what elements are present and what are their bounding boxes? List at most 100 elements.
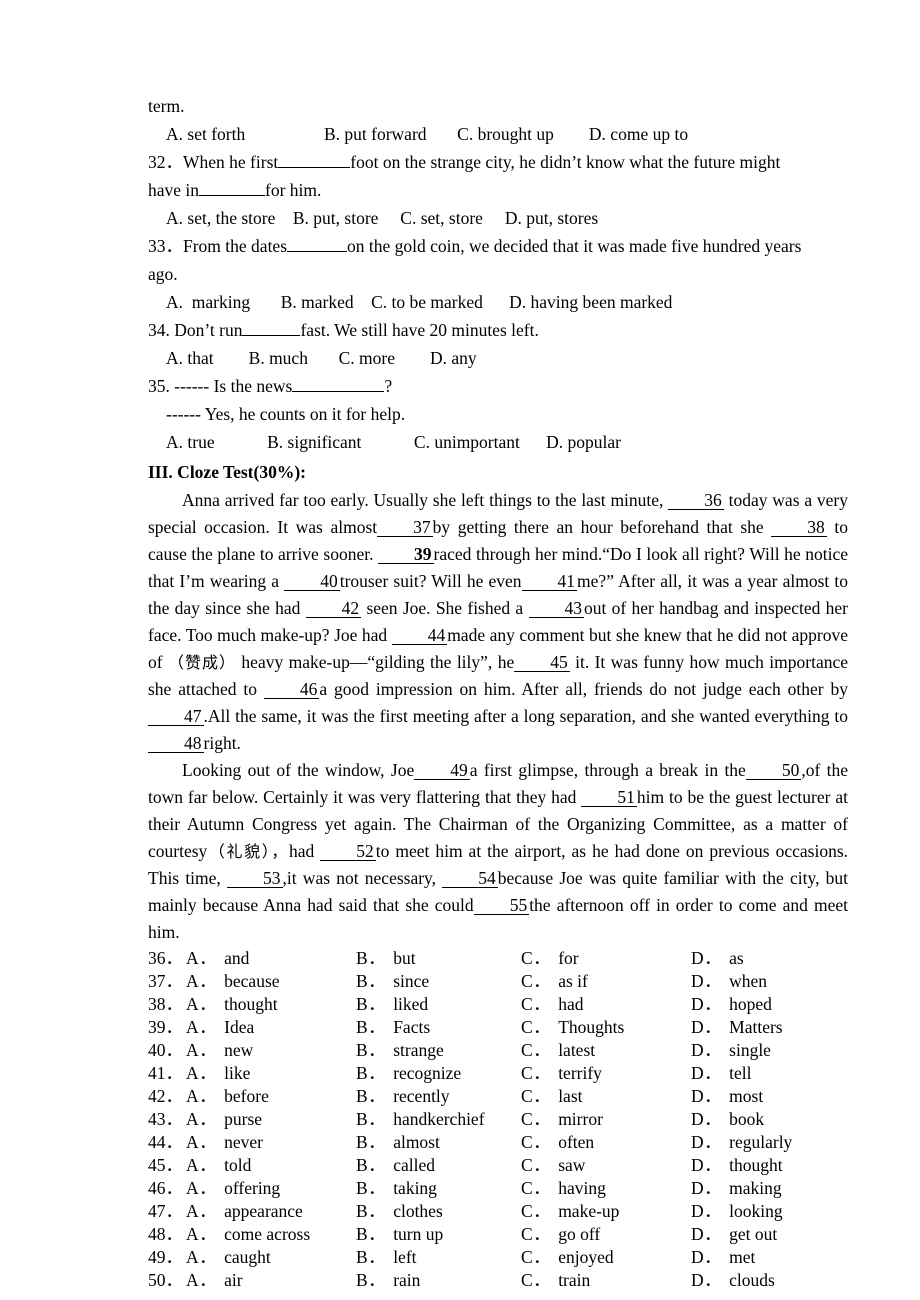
- answer-option-c[interactable]: C． Thoughts: [521, 1016, 624, 1039]
- answer-option-d[interactable]: D． single: [691, 1039, 771, 1062]
- answer-option-c[interactable]: C． had: [521, 993, 583, 1016]
- answer-option-c[interactable]: C． having: [521, 1177, 606, 1200]
- cloze-blank-36[interactable]: 36: [668, 491, 724, 511]
- cloze-blank-44[interactable]: 44: [391, 626, 448, 646]
- answer-option-b[interactable]: B． Facts: [356, 1016, 430, 1039]
- answer-option-b[interactable]: B． turn up: [356, 1223, 443, 1246]
- option-a[interactable]: A. set forth: [166, 124, 245, 144]
- answer-option-a[interactable]: A． new: [186, 1039, 253, 1062]
- answer-blank[interactable]: [242, 317, 301, 336]
- answer-option-a[interactable]: A． appearance: [186, 1200, 303, 1223]
- answer-option-a[interactable]: A． Idea: [186, 1016, 254, 1039]
- answer-option-d[interactable]: D． tell: [691, 1062, 752, 1085]
- answer-blank[interactable]: [199, 177, 266, 196]
- answer-option-d[interactable]: D． regularly: [691, 1131, 792, 1154]
- answer-option-a[interactable]: A． offering: [186, 1177, 280, 1200]
- answer-option-d[interactable]: D． book: [691, 1108, 764, 1131]
- answer-option-a[interactable]: A． air: [186, 1269, 243, 1292]
- answer-option-d[interactable]: D． Matters: [691, 1016, 783, 1039]
- option-a[interactable]: A. that: [166, 348, 214, 368]
- answer-option-d[interactable]: D． as: [691, 947, 744, 970]
- option-b[interactable]: B. significant: [267, 432, 361, 452]
- cloze-blank-49[interactable]: 49: [414, 761, 470, 781]
- answer-option-d[interactable]: D． looking: [691, 1200, 783, 1223]
- option-d[interactable]: D. put, stores: [505, 208, 598, 228]
- answer-option-c[interactable]: C． make-up: [521, 1200, 619, 1223]
- answer-option-b[interactable]: B． handkerchief: [356, 1108, 485, 1131]
- option-d[interactable]: D. come up to: [589, 124, 688, 144]
- option-b[interactable]: B. marked: [281, 292, 354, 312]
- option-c[interactable]: C. brought up: [457, 124, 554, 144]
- cloze-blank-43[interactable]: 43: [528, 599, 584, 619]
- answer-option-b[interactable]: B． rain: [356, 1269, 420, 1292]
- cloze-blank-47[interactable]: 47: [148, 707, 204, 727]
- answer-option-b[interactable]: B． left: [356, 1246, 417, 1269]
- answer-option-c[interactable]: C． last: [521, 1085, 583, 1108]
- answer-option-a[interactable]: A． thought: [186, 993, 278, 1016]
- cloze-blank-53[interactable]: 53: [227, 869, 283, 889]
- answer-option-d[interactable]: D． making: [691, 1177, 782, 1200]
- answer-option-d[interactable]: D． met: [691, 1246, 755, 1269]
- option-c[interactable]: C. more: [339, 348, 395, 368]
- answer-option-c[interactable]: C． for: [521, 947, 579, 970]
- answer-option-d[interactable]: D． hoped: [691, 993, 772, 1016]
- cloze-blank-55[interactable]: 55: [473, 896, 530, 916]
- cloze-blank-41[interactable]: 41: [521, 572, 578, 592]
- answer-option-c[interactable]: C． often: [521, 1131, 594, 1154]
- cloze-blank-42[interactable]: 42: [305, 599, 362, 619]
- option-b[interactable]: B. put, store: [293, 208, 379, 228]
- answer-option-b[interactable]: B． but: [356, 947, 416, 970]
- cloze-blank-51[interactable]: 51: [581, 788, 637, 808]
- answer-option-a[interactable]: A． caught: [186, 1246, 271, 1269]
- cloze-blank-45[interactable]: 45: [514, 653, 570, 673]
- cloze-blank-50[interactable]: 50: [745, 761, 802, 781]
- answer-blank[interactable]: [278, 149, 351, 168]
- answer-blank[interactable]: [292, 373, 385, 392]
- answer-option-d[interactable]: D． thought: [691, 1154, 783, 1177]
- cloze-blank-52[interactable]: 52: [320, 842, 376, 862]
- answer-option-c[interactable]: C． enjoyed: [521, 1246, 614, 1269]
- answer-option-d[interactable]: D． clouds: [691, 1269, 775, 1292]
- answer-option-a[interactable]: A． told: [186, 1154, 251, 1177]
- answer-option-a[interactable]: A． never: [186, 1131, 263, 1154]
- cloze-blank-39[interactable]: 39: [378, 545, 434, 565]
- option-d[interactable]: D. any: [430, 348, 477, 368]
- answer-option-c[interactable]: C． as if: [521, 970, 588, 993]
- option-d[interactable]: D. popular: [546, 432, 621, 452]
- answer-option-d[interactable]: D． most: [691, 1085, 763, 1108]
- option-d[interactable]: D. having been marked: [509, 292, 672, 312]
- option-c[interactable]: C. set, store: [400, 208, 483, 228]
- answer-option-b[interactable]: B． liked: [356, 993, 428, 1016]
- answer-option-a[interactable]: A． come across: [186, 1223, 310, 1246]
- answer-option-c[interactable]: C． train: [521, 1269, 590, 1292]
- cloze-blank-40[interactable]: 40: [284, 572, 340, 592]
- cloze-blank-38[interactable]: 38: [771, 518, 827, 538]
- answer-option-b[interactable]: B． called: [356, 1154, 435, 1177]
- answer-option-b[interactable]: B． taking: [356, 1177, 437, 1200]
- option-b[interactable]: B. much: [249, 348, 308, 368]
- answer-option-a[interactable]: A． and: [186, 947, 249, 970]
- cloze-blank-54[interactable]: 54: [442, 869, 498, 889]
- option-a[interactable]: A. true: [166, 432, 215, 452]
- answer-option-d[interactable]: D． when: [691, 970, 767, 993]
- option-b[interactable]: B. put forward: [324, 124, 427, 144]
- answer-option-b[interactable]: B． since: [356, 970, 429, 993]
- answer-option-c[interactable]: C． latest: [521, 1039, 595, 1062]
- cloze-blank-37[interactable]: 37: [377, 518, 433, 538]
- answer-option-d[interactable]: D． get out: [691, 1223, 777, 1246]
- answer-option-a[interactable]: A． before: [186, 1085, 269, 1108]
- answer-option-c[interactable]: C． mirror: [521, 1108, 603, 1131]
- answer-option-b[interactable]: B． recently: [356, 1085, 450, 1108]
- answer-option-c[interactable]: C． go off: [521, 1223, 600, 1246]
- answer-option-b[interactable]: B． clothes: [356, 1200, 443, 1223]
- answer-blank[interactable]: [287, 233, 348, 252]
- answer-option-a[interactable]: A． purse: [186, 1108, 262, 1131]
- option-c[interactable]: C. unimportant: [414, 432, 520, 452]
- answer-option-c[interactable]: C． terrify: [521, 1062, 602, 1085]
- option-a[interactable]: A. set, the store: [166, 208, 275, 228]
- answer-option-a[interactable]: A． because: [186, 970, 280, 993]
- answer-option-b[interactable]: B． almost: [356, 1131, 440, 1154]
- option-c[interactable]: C. to be marked: [371, 292, 483, 312]
- answer-option-b[interactable]: B． recognize: [356, 1062, 461, 1085]
- answer-option-b[interactable]: B． strange: [356, 1039, 444, 1062]
